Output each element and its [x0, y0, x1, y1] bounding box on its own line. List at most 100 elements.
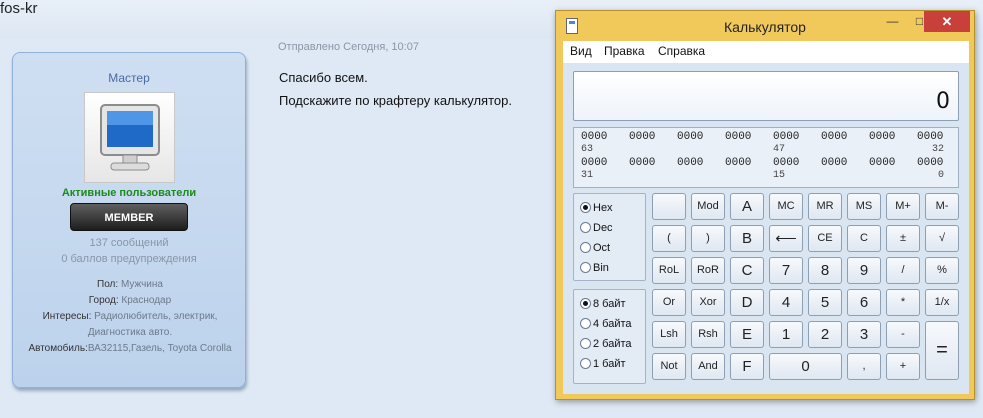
- digit-3-key[interactable]: 3: [847, 321, 881, 348]
- plus-minus-key[interactable]: ±: [886, 225, 920, 252]
- hex-a-key[interactable]: A: [730, 193, 764, 220]
- radio-8-bytes[interactable]: 8 байт: [580, 298, 626, 310]
- ms-key[interactable]: MS: [847, 193, 881, 220]
- minus-key[interactable]: -: [886, 321, 920, 348]
- radio-dot: [580, 358, 591, 369]
- bit-display: 0000 0000 0000 0000 0000 0000 0000 0000 …: [573, 127, 959, 188]
- blank-key[interactable]: [652, 193, 686, 220]
- bit-group[interactable]: 0000: [869, 131, 895, 143]
- percent-key[interactable]: %: [925, 257, 959, 284]
- calculator-body: 0 0000 0000 0000 0000 0000 0000 0000 000…: [563, 63, 969, 394]
- radio-oct[interactable]: Oct: [580, 242, 610, 254]
- radio-hex[interactable]: Hex: [580, 202, 613, 214]
- equals-key[interactable]: =: [925, 321, 959, 380]
- digit-4-key[interactable]: 4: [769, 289, 803, 316]
- menu-edit[interactable]: Правка: [604, 44, 645, 58]
- mr-key[interactable]: MR: [808, 193, 842, 220]
- m-minus-key[interactable]: M-: [925, 193, 959, 220]
- user-profile-card: Мастер Активные пользователи MEMBER 137 …: [12, 52, 246, 388]
- digit-8-key[interactable]: 8: [808, 257, 842, 284]
- hex-f-key[interactable]: F: [730, 353, 764, 380]
- radio-2-bytes[interactable]: 2 байта: [580, 338, 632, 350]
- close-paren-key[interactable]: ): [691, 225, 725, 252]
- backspace-key[interactable]: ⟵: [769, 225, 803, 252]
- post-text-line: Спасибо всем.: [279, 70, 368, 85]
- digit-7-key[interactable]: 7: [769, 257, 803, 284]
- ce-key[interactable]: CE: [808, 225, 842, 252]
- post-count: 137 сообщений: [89, 237, 169, 249]
- mod-key[interactable]: Mod: [691, 193, 725, 220]
- radio-1-byte[interactable]: 1 байт: [580, 358, 626, 370]
- digit-1-key[interactable]: 1: [769, 321, 803, 348]
- lsh-key[interactable]: Lsh: [652, 321, 686, 348]
- close-button[interactable]: ✕: [924, 11, 970, 32]
- sqrt-key[interactable]: √: [925, 225, 959, 252]
- bit-group[interactable]: 0000: [869, 157, 895, 169]
- rsh-key[interactable]: Rsh: [691, 321, 725, 348]
- digit-5-key[interactable]: 5: [808, 289, 842, 316]
- menu-bar: Вид Правка Справка: [563, 41, 969, 63]
- bit-group[interactable]: 0000: [821, 157, 847, 169]
- display: 0: [573, 71, 959, 121]
- radio-label: Bin: [593, 262, 609, 274]
- radio-4-bytes[interactable]: 4 байта: [580, 318, 632, 330]
- hex-e-key[interactable]: E: [730, 321, 764, 348]
- hex-b-key[interactable]: B: [730, 225, 764, 252]
- hex-c-key[interactable]: C: [730, 257, 764, 284]
- bit-group[interactable]: 0000: [773, 157, 799, 169]
- reciprocal-key[interactable]: 1/x: [925, 289, 959, 316]
- radio-dot: [580, 318, 591, 329]
- ror-key[interactable]: RoR: [691, 257, 725, 284]
- interests-label: Интересы:: [42, 311, 92, 322]
- title-bar[interactable]: Калькулятор — □ ✕: [556, 11, 974, 41]
- not-key[interactable]: Not: [652, 353, 686, 380]
- rol-key[interactable]: RoL: [652, 257, 686, 284]
- bit-group[interactable]: 0000: [581, 157, 607, 169]
- bit-group[interactable]: 0000: [821, 131, 847, 143]
- digit-9-key[interactable]: 9: [847, 257, 881, 284]
- plus-key[interactable]: +: [886, 353, 920, 380]
- radio-label: 1 байт: [593, 358, 626, 370]
- radio-dot: [580, 262, 591, 273]
- bit-group[interactable]: 0000: [677, 157, 703, 169]
- bit-group[interactable]: 0000: [917, 157, 943, 169]
- and-key[interactable]: And: [691, 353, 725, 380]
- calculator-window: Калькулятор — □ ✕ Вид Правка Справка 0 0…: [555, 10, 975, 400]
- bit-group[interactable]: 0000: [677, 131, 703, 143]
- bit-group[interactable]: 0000: [917, 131, 943, 143]
- radio-dot: [580, 338, 591, 349]
- radio-dec[interactable]: Dec: [580, 222, 613, 234]
- gender-label: Пол:: [97, 279, 119, 290]
- bit-group[interactable]: 0000: [725, 157, 751, 169]
- radio-label: Hex: [593, 202, 613, 214]
- bit-group[interactable]: 0000: [773, 131, 799, 143]
- divide-key[interactable]: /: [886, 257, 920, 284]
- decimal-key[interactable]: ,: [847, 353, 881, 380]
- profile-title: Мастер: [108, 71, 150, 85]
- clear-key[interactable]: C: [847, 225, 881, 252]
- bit-group[interactable]: 0000: [629, 131, 655, 143]
- digit-6-key[interactable]: 6: [847, 289, 881, 316]
- digit-0-key[interactable]: 0: [769, 353, 842, 380]
- xor-key[interactable]: Xor: [691, 289, 725, 316]
- mc-key[interactable]: MC: [769, 193, 803, 220]
- bit-group[interactable]: 0000: [581, 131, 607, 143]
- radio-label: Oct: [593, 242, 611, 254]
- minimize-button[interactable]: —: [879, 11, 906, 32]
- menu-help[interactable]: Справка: [658, 44, 705, 58]
- menu-view[interactable]: Вид: [570, 44, 592, 58]
- multiply-key[interactable]: *: [886, 289, 920, 316]
- m-plus-key[interactable]: M+: [886, 193, 920, 220]
- open-paren-key[interactable]: (: [652, 225, 686, 252]
- user-group: Активные пользователи: [61, 187, 197, 199]
- bit-group[interactable]: 0000: [725, 131, 751, 143]
- monitor-icon: [100, 104, 160, 171]
- profile-info: Пол: Мужчина Город: Краснодар Интересы: …: [21, 277, 239, 357]
- or-key[interactable]: Or: [652, 289, 686, 316]
- radio-bin[interactable]: Bin: [580, 262, 609, 274]
- rank-badge: MEMBER: [70, 203, 188, 231]
- digit-2-key[interactable]: 2: [808, 321, 842, 348]
- bit-group[interactable]: 0000: [629, 157, 655, 169]
- radio-dot: [580, 242, 591, 253]
- hex-d-key[interactable]: D: [730, 289, 764, 316]
